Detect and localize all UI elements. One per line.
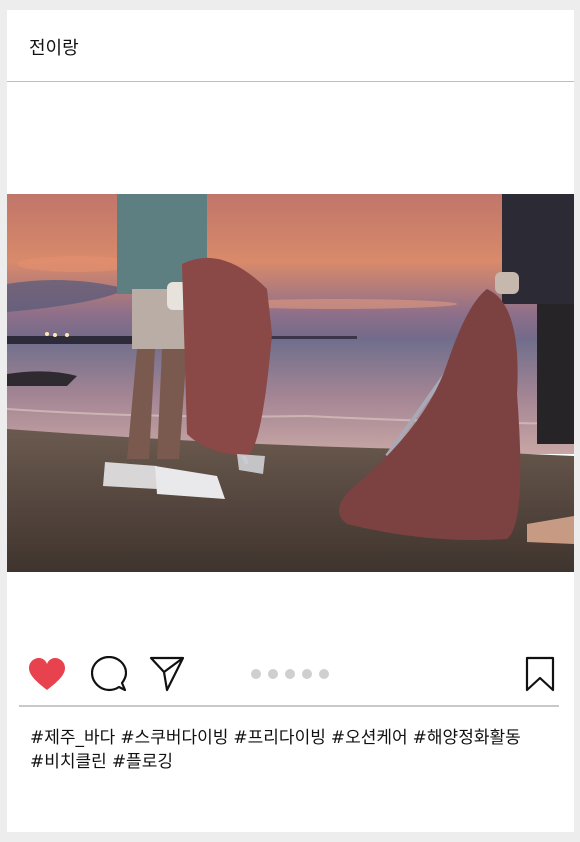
hashtag[interactable]: #스쿠버다이빙	[120, 728, 228, 748]
carousel-dot[interactable]	[268, 669, 278, 679]
carousel-dot[interactable]	[302, 669, 312, 679]
hashtag[interactable]: #비치클린	[30, 752, 107, 772]
action-bar	[7, 650, 574, 706]
post-card: 전이랑 #제주_바다 #스쿠버다이빙 #프리다이빙 #오션케어 #해양정화활동 …	[7, 10, 574, 832]
post-header: 전이랑	[7, 10, 574, 82]
post-photo[interactable]	[7, 194, 574, 572]
beach-cleanup-photo	[7, 194, 574, 572]
post-caption: #제주_바다 #스쿠버다이빙 #프리다이빙 #오션케어 #해양정화활동 #비치클린 #플로깅	[30, 726, 560, 774]
carousel-dot[interactable]	[319, 669, 329, 679]
comment-icon[interactable]	[91, 656, 127, 692]
heart-icon[interactable]	[28, 658, 66, 692]
hashtag[interactable]: #오션케어	[331, 728, 408, 748]
hashtag[interactable]: #프리다이빙	[233, 728, 325, 748]
carousel-indicator	[251, 664, 336, 679]
bookmark-icon[interactable]	[525, 656, 555, 692]
hashtag[interactable]: #제주_바다	[30, 728, 115, 748]
hashtag[interactable]: #플로깅	[112, 752, 173, 772]
send-icon[interactable]	[149, 656, 185, 692]
divider	[19, 705, 559, 707]
username[interactable]: 전이랑	[29, 34, 79, 60]
hashtag[interactable]: #해양정화활동	[413, 728, 521, 748]
carousel-dot[interactable]	[251, 669, 261, 679]
carousel-dot[interactable]	[285, 669, 295, 679]
